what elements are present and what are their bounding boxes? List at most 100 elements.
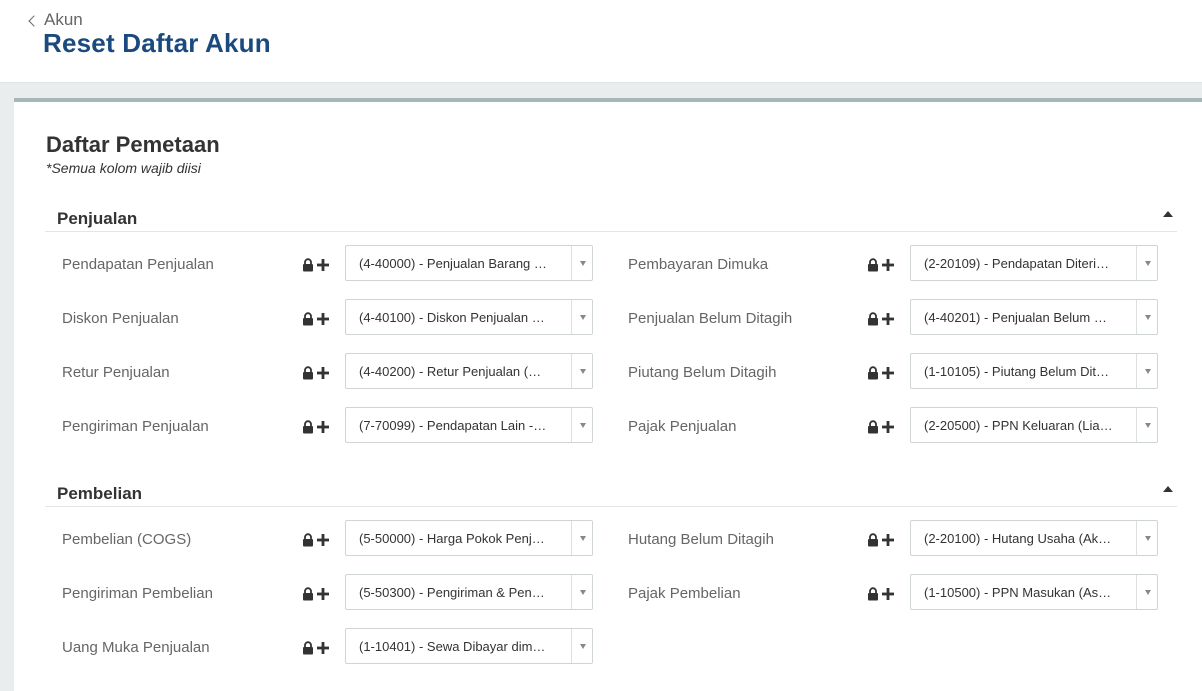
lock-icon[interactable]	[302, 366, 314, 380]
select-value: (4-40100) - Diskon Penjualan (Pendapatan…	[359, 310, 549, 325]
caret-down-icon[interactable]	[1145, 536, 1151, 541]
caret-down-icon[interactable]	[580, 644, 586, 649]
caret-down-icon[interactable]	[1145, 315, 1151, 320]
caret-down-icon[interactable]	[580, 369, 586, 374]
account-select[interactable]: (5-50300) - Pengiriman & Pengangkutan	[345, 574, 593, 610]
field-label: Uang Muka Penjualan	[62, 639, 210, 656]
select-value: (2-20100) - Hutang Usaha (Akun Hutang)	[924, 531, 1114, 546]
lock-icon[interactable]	[867, 366, 879, 380]
field-actions	[302, 641, 329, 655]
field-actions	[867, 420, 894, 434]
caret-down-icon[interactable]	[580, 423, 586, 428]
account-select[interactable]: (4-40201) - Penjualan Belum Ditagih	[910, 299, 1158, 335]
select-divider	[571, 354, 572, 388]
caret-down-icon[interactable]	[580, 315, 586, 320]
select-divider	[571, 246, 572, 280]
plus-icon[interactable]	[317, 367, 329, 379]
lock-icon[interactable]	[302, 420, 314, 434]
select-value: (4-40201) - Penjualan Belum Ditagih	[924, 310, 1114, 325]
select-value: (2-20109) - Pendapatan Diterima Dimuka	[924, 256, 1114, 271]
plus-icon[interactable]	[317, 588, 329, 600]
section-title: Pembelian	[57, 484, 143, 503]
lock-icon[interactable]	[302, 533, 314, 547]
section-header-purchase[interactable]: Pembelian	[45, 480, 1177, 507]
plus-icon[interactable]	[882, 588, 894, 600]
field-actions	[302, 366, 329, 380]
plus-icon[interactable]	[317, 642, 329, 654]
select-value: (4-40200) - Retur Penjualan (Pendapatan)	[359, 364, 549, 379]
lock-icon[interactable]	[867, 587, 879, 601]
field-actions	[867, 533, 894, 547]
caret-up-icon[interactable]	[1163, 211, 1173, 217]
field-label: Penjualan Belum Ditagih	[628, 310, 793, 327]
field-actions	[867, 312, 894, 326]
caret-down-icon[interactable]	[1145, 590, 1151, 595]
plus-icon[interactable]	[317, 313, 329, 325]
select-value: (1-10105) - Piutang Belum Ditagih	[924, 364, 1114, 379]
select-divider	[1136, 521, 1137, 555]
field-actions	[302, 533, 329, 547]
select-value: (4-40000) - Penjualan Barang (Pendapatan…	[359, 256, 549, 271]
field-label: Piutang Belum Ditagih	[628, 364, 777, 381]
plus-icon[interactable]	[317, 534, 329, 546]
lock-icon[interactable]	[867, 312, 879, 326]
field-label: Pajak Penjualan	[628, 418, 737, 435]
account-select[interactable]: (4-40100) - Diskon Penjualan (Pendapatan…	[345, 299, 593, 335]
select-divider	[1136, 246, 1137, 280]
select-divider	[1136, 300, 1137, 334]
lock-icon[interactable]	[302, 641, 314, 655]
select-value: (1-10401) - Sewa Dibayar dimuka	[359, 639, 549, 654]
field-label: Pembelian (COGS)	[62, 531, 192, 548]
lock-icon[interactable]	[867, 258, 879, 272]
account-select[interactable]: (2-20500) - PPN Keluaran (Liabilitas)	[910, 407, 1158, 443]
plus-icon[interactable]	[882, 421, 894, 433]
select-value: (2-20500) - PPN Keluaran (Liabilitas)	[924, 418, 1114, 433]
back-link[interactable]: Akun	[28, 10, 83, 30]
page-title: Reset Daftar Akun	[43, 28, 271, 58]
select-divider	[1136, 575, 1137, 609]
account-select[interactable]: (1-10105) - Piutang Belum Ditagih	[910, 353, 1158, 389]
section-header-sales[interactable]: Penjualan	[45, 205, 1177, 232]
panel-title: Daftar Pemetaan	[46, 132, 220, 157]
plus-icon[interactable]	[882, 534, 894, 546]
caret-down-icon[interactable]	[1145, 423, 1151, 428]
plus-icon[interactable]	[317, 421, 329, 433]
select-divider	[1136, 408, 1137, 442]
account-select[interactable]: (2-20109) - Pendapatan Diterima Dimuka	[910, 245, 1158, 281]
select-value: (5-50000) - Harga Pokok Penjualan	[359, 531, 549, 546]
account-select[interactable]: (2-20100) - Hutang Usaha (Akun Hutang)	[910, 520, 1158, 556]
caret-down-icon[interactable]	[580, 536, 586, 541]
field-actions	[302, 258, 329, 272]
select-divider	[571, 575, 572, 609]
caret-down-icon[interactable]	[1145, 369, 1151, 374]
plus-icon[interactable]	[882, 367, 894, 379]
field-actions	[867, 366, 894, 380]
field-label: Pengiriman Pembelian	[62, 585, 213, 602]
select-divider	[1136, 354, 1137, 388]
account-select[interactable]: (1-10500) - PPN Masukan (Aset Lancar)	[910, 574, 1158, 610]
field-actions	[302, 312, 329, 326]
account-select[interactable]: (4-40000) - Penjualan Barang (Pendapatan…	[345, 245, 593, 281]
caret-down-icon[interactable]	[1145, 261, 1151, 266]
account-select[interactable]: (5-50000) - Harga Pokok Penjualan	[345, 520, 593, 556]
plus-icon[interactable]	[882, 259, 894, 271]
account-select[interactable]: (7-70099) - Pendapatan Lain - lain	[345, 407, 593, 443]
caret-up-icon[interactable]	[1163, 486, 1173, 492]
account-select[interactable]: (4-40200) - Retur Penjualan (Pendapatan)	[345, 353, 593, 389]
lock-icon[interactable]	[302, 587, 314, 601]
lock-icon[interactable]	[867, 533, 879, 547]
lock-icon[interactable]	[867, 420, 879, 434]
select-value: (1-10500) - PPN Masukan (Aset Lancar)	[924, 585, 1114, 600]
select-divider	[571, 408, 572, 442]
lock-icon[interactable]	[302, 312, 314, 326]
account-select[interactable]: (1-10401) - Sewa Dibayar dimuka	[345, 628, 593, 664]
field-actions	[867, 258, 894, 272]
mapping-panel: Daftar Pemetaan *Semua kolom wajib diisi…	[14, 98, 1202, 691]
caret-down-icon[interactable]	[580, 261, 586, 266]
caret-down-icon[interactable]	[580, 590, 586, 595]
field-actions	[867, 587, 894, 601]
chevron-left-icon	[28, 14, 40, 27]
plus-icon[interactable]	[317, 259, 329, 271]
lock-icon[interactable]	[302, 258, 314, 272]
plus-icon[interactable]	[882, 313, 894, 325]
